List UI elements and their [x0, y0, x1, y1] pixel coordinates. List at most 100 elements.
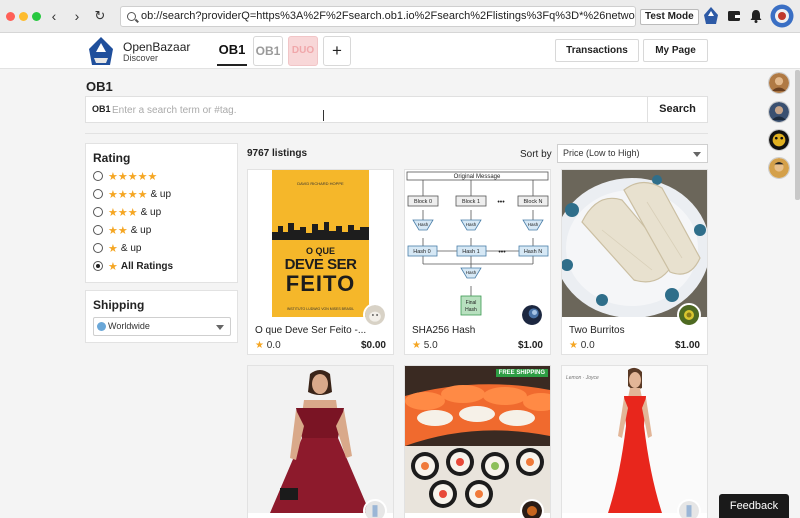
book-title-line1: O QUE	[305, 246, 335, 256]
sort-value: Price (Low to High)	[563, 148, 640, 158]
search-input[interactable]	[112, 101, 632, 119]
listing-title[interactable]: Two Burritos	[569, 325, 625, 336]
dress-photo	[248, 366, 393, 513]
listing-card[interactable]: DAVID RICHARD HOPPE O QUE DEVE SER FEITO…	[247, 169, 394, 355]
gown-photo	[608, 367, 662, 513]
radio-button[interactable]	[93, 207, 103, 217]
app-header: OpenBazaar Discover OB1 OB1 DUO + Transa…	[0, 33, 800, 69]
sort-select[interactable]: Price (Low to High)	[557, 144, 708, 163]
rating-option-2[interactable]: ★★ & up	[93, 223, 151, 237]
diagram-hash-fn: Hash	[466, 222, 477, 227]
listing-price: $0.00	[360, 340, 386, 351]
listing-title[interactable]: O que Deve Ser Feito -...	[255, 325, 366, 336]
diagram-hash-fn: Hash	[418, 222, 429, 227]
tab-duo[interactable]: DUO	[288, 36, 318, 66]
listing-image[interactable]: FREE SHIPPING	[405, 366, 550, 513]
test-mode-badge: Test Mode	[640, 9, 699, 25]
star-icon: ★	[412, 340, 421, 351]
address-bar[interactable]: ob://search?providerQ=https%3A%2F%2Fsear…	[120, 6, 636, 27]
user-avatar[interactable]	[768, 129, 790, 151]
diagram-dots: •••	[498, 249, 506, 256]
rating-option-all[interactable]: ★ All Ratings	[93, 259, 173, 273]
vendor-avatar[interactable]	[363, 499, 387, 518]
star-icons: ★★★	[108, 206, 138, 219]
diagram-hash: Hash 0	[413, 249, 430, 255]
my-page-button[interactable]: My Page	[643, 39, 708, 62]
listing-image[interactable]	[248, 366, 393, 513]
star-icon: ★	[108, 260, 118, 273]
rating-option-label: & up	[140, 206, 162, 218]
shipping-value: Worldwide	[108, 321, 150, 331]
listing-card[interactable]: Two Burritos ★ 0.0 $1.00	[561, 169, 708, 355]
search-provider-prefix: OB1	[92, 104, 111, 114]
rating-heading: Rating	[93, 151, 131, 165]
globe-icon	[97, 322, 106, 331]
brand-title: OpenBazaar	[123, 40, 191, 54]
add-tab-button[interactable]: +	[323, 36, 351, 66]
scrollbar[interactable]	[795, 70, 800, 200]
listing-card[interactable]: Lemon · Joyce	[561, 365, 708, 518]
vendor-avatar[interactable]	[677, 303, 701, 327]
forward-icon[interactable]: ›	[69, 8, 85, 24]
notifications-bell-icon[interactable]	[748, 8, 764, 24]
transactions-button[interactable]: Transactions	[555, 39, 639, 62]
rating-option-5[interactable]: ★★★★★	[93, 169, 160, 183]
radio-button[interactable]	[93, 189, 103, 199]
burrito-photo	[562, 170, 707, 317]
tab-label: OB1	[218, 42, 246, 57]
listing-image[interactable]: Original Message Block 0 Block 1 Block N…	[405, 170, 550, 317]
tab-ob1[interactable]: OB1	[253, 36, 283, 66]
shipping-select[interactable]: Worldwide	[93, 317, 231, 336]
back-icon[interactable]: ‹	[46, 8, 62, 24]
listing-image[interactable]: DAVID RICHARD HOPPE O QUE DEVE SER FEITO…	[248, 170, 393, 317]
vendor-avatar[interactable]	[520, 499, 544, 518]
openbazaar-icon[interactable]	[702, 6, 720, 26]
rating-value: 5.0	[423, 340, 438, 351]
radio-button[interactable]	[93, 171, 103, 181]
text-cursor	[323, 110, 328, 121]
free-shipping-badge: FREE SHIPPING	[495, 369, 548, 377]
feedback-button[interactable]: Feedback	[719, 494, 789, 518]
brand-subtitle: Discover	[123, 53, 159, 63]
listing-image[interactable]: Lemon · Joyce	[562, 366, 707, 513]
user-avatar[interactable]	[768, 72, 790, 94]
close-window-button[interactable]	[6, 12, 15, 21]
listing-card[interactable]	[247, 365, 394, 518]
vendor-avatar[interactable]	[363, 303, 387, 327]
page-title: OB1	[86, 79, 113, 94]
listing-card[interactable]: Original Message Block 0 Block 1 Block N…	[404, 169, 551, 355]
radio-button[interactable]	[93, 225, 103, 235]
search-button[interactable]: Search	[647, 97, 707, 122]
user-avatar[interactable]	[768, 101, 790, 123]
rating-option-3[interactable]: ★★★ & up	[93, 205, 161, 219]
listing-title[interactable]: SHA256 Hash	[412, 325, 475, 336]
minimize-window-button[interactable]	[19, 12, 28, 21]
diagram-block: Block 1	[462, 199, 480, 205]
wallet-icon[interactable]	[726, 8, 742, 24]
listing-card[interactable]: FREE SHIPPING	[404, 365, 551, 518]
book-publisher: INSTITUTO LUDWIG VON MISES BRASIL	[286, 307, 355, 311]
hash-diagram: Original Message Block 0 Block 1 Block N…	[406, 171, 549, 316]
diagram-hash-fn: Hash	[466, 270, 477, 275]
listings-count: 9767 listings	[247, 148, 308, 159]
search-bar: OB1 Search	[85, 96, 708, 123]
listing-image[interactable]	[562, 170, 707, 317]
reload-icon[interactable]: ↻	[92, 8, 108, 24]
radio-button[interactable]	[93, 243, 103, 253]
vendor-avatar[interactable]	[520, 303, 544, 327]
radio-button-selected[interactable]	[93, 261, 103, 271]
vendor-avatar[interactable]	[677, 499, 701, 518]
star-icon: ★	[255, 340, 264, 351]
book-author: DAVID RICHARD HOPPE	[297, 181, 344, 186]
maximize-window-button[interactable]	[32, 12, 41, 21]
profile-avatar[interactable]	[770, 4, 794, 28]
rating-option-4[interactable]: ★★★★ & up	[93, 187, 171, 201]
rating-option-1[interactable]: ★ & up	[93, 241, 141, 255]
tab-ob1-active[interactable]: OB1	[217, 36, 247, 66]
rating-option-label: & up	[120, 242, 142, 254]
star-icons: ★	[108, 242, 118, 255]
listing-price: $1.00	[674, 340, 700, 351]
book-cover: DAVID RICHARD HOPPE O QUE DEVE SER FEITO…	[272, 170, 369, 317]
user-avatar[interactable]	[768, 157, 790, 179]
diagram-hash: Hash N	[524, 249, 542, 255]
